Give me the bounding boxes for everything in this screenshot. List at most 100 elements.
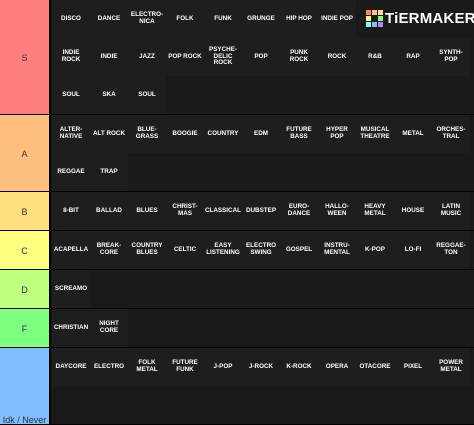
tier-label[interactable]: S (0, 0, 51, 115)
tier-item[interactable]: EURO- DANCE (280, 192, 318, 230)
tier-label[interactable]: A (0, 115, 51, 192)
tier-item[interactable]: R&B (356, 38, 394, 76)
logo-square (378, 10, 383, 15)
tier-item[interactable]: ELECTRO- NICA (128, 0, 166, 38)
tier-item[interactable]: COUNTRY BLUES (128, 231, 166, 269)
tier-item[interactable]: EDM (242, 115, 280, 153)
tier-item[interactable]: SKA (90, 76, 128, 114)
tier-item[interactable]: K-ROCK (280, 348, 318, 386)
logo-square (366, 16, 371, 21)
tier-item[interactable]: SYNTH- POP (432, 38, 470, 76)
tier-label[interactable]: D (0, 270, 51, 309)
tier-item[interactable]: FUNK (204, 0, 242, 38)
tier-item[interactable]: FOLK METAL (128, 348, 166, 386)
tier-item[interactable]: 8-BIT (52, 192, 90, 230)
tier-list-board: S DISCO DANCE ELECTRO- NICA FOLK FUNK GRUNGE HI… (0, 0, 474, 425)
logo-square (366, 10, 371, 15)
logo-square (378, 16, 383, 21)
tier-item[interactable]: FUTURE FUNK (166, 348, 204, 386)
tier-item[interactable]: OTACORE (356, 348, 394, 386)
tier-item[interactable]: SOUL (52, 76, 90, 114)
tier-item[interactable]: REGGAE (52, 153, 90, 191)
tier-item[interactable]: INDIE POP (318, 0, 356, 38)
tier-item[interactable]: PUNK ROCK (280, 38, 318, 76)
tier-item[interactable]: MUSICAL THEATRE (356, 115, 394, 153)
tier-item[interactable]: CHRISTIAN (52, 309, 90, 347)
tier-label[interactable]: C (0, 231, 51, 270)
tier-item[interactable]: HOUSE (394, 192, 432, 230)
tier-items-area[interactable]: SCREAMO (51, 270, 474, 309)
tier-item[interactable]: EASY LISTENING (204, 231, 242, 269)
tier-item[interactable]: INDIE (90, 38, 128, 76)
tier-item[interactable]: ALT ROCK (90, 115, 128, 153)
tier-item[interactable]: NIGHT CORE (90, 309, 128, 347)
tier-item[interactable]: DAYCORE (52, 348, 90, 386)
tier-item[interactable]: HIP HOP (280, 0, 318, 38)
tier-item[interactable]: ELECTRO SWING (242, 231, 280, 269)
tier-items-area[interactable]: ALTER- NATIVE ALT ROCK BLUE- GRASS BOOGIE CO… (51, 115, 474, 192)
tier-item[interactable]: METAL (394, 115, 432, 153)
logo-square (372, 16, 377, 21)
tier-item[interactable]: DUBSTEP (242, 192, 280, 230)
tier-item[interactable]: ALTER- NATIVE (52, 115, 90, 153)
tier-item[interactable]: J-ROCK (242, 348, 280, 386)
tier-row: C ACAPELLA BREAK- CORE COUNTRY BLUES CELTIC E… (0, 231, 474, 270)
tier-item[interactable]: GRUNGE (242, 0, 280, 38)
tier-item[interactable]: HALLO- WEEN (318, 192, 356, 230)
logo-text: TiERMAKER (385, 9, 474, 27)
tier-item[interactable]: ROCK (318, 38, 356, 76)
tier-item[interactable]: RAP (394, 38, 432, 76)
tier-item[interactable]: J-POP (204, 348, 242, 386)
tier-item[interactable]: LATIN MUSIC (432, 192, 470, 230)
tier-item[interactable]: REGGAE- TON (432, 231, 470, 269)
tier-item[interactable]: ORCHES- TRAL (432, 115, 470, 153)
tier-item[interactable]: BLUES (128, 192, 166, 230)
tier-item[interactable]: BREAK- CORE (90, 231, 128, 269)
tier-item[interactable]: SOUL (128, 76, 166, 114)
tier-items-area[interactable]: CHRISTIAN NIGHT CORE (51, 309, 474, 348)
tier-item[interactable]: FOLK (166, 0, 204, 38)
tier-label[interactable]: B (0, 192, 51, 231)
tier-item[interactable]: K-POP (356, 231, 394, 269)
tier-item[interactable]: JAZZ (128, 38, 166, 76)
tier-item[interactable]: HYPER POP (318, 115, 356, 153)
logo-square (372, 10, 377, 15)
tier-item[interactable]: FUTURE BASS (280, 115, 318, 153)
tier-item[interactable]: INSTRU- MENTAL (318, 231, 356, 269)
tier-item[interactable]: CHRIST- MAS (166, 192, 204, 230)
tier-item[interactable]: TRAP (90, 153, 128, 191)
tier-item[interactable]: LO-FI (394, 231, 432, 269)
tier-item[interactable]: DANCE (90, 0, 128, 38)
tier-item[interactable]: OPERA (318, 348, 356, 386)
tier-item[interactable]: PIXEL (394, 348, 432, 386)
tier-label[interactable]: F (0, 309, 51, 348)
tier-items-area[interactable]: ACAPELLA BREAK- CORE COUNTRY BLUES CELTIC EA… (51, 231, 474, 270)
logo-square (372, 22, 377, 27)
logo-square (366, 22, 371, 27)
tier-item[interactable]: POP (242, 38, 280, 76)
tier-item[interactable]: INDIE ROCK (52, 38, 90, 76)
tier-item[interactable]: BLUE- GRASS (128, 115, 166, 153)
tier-item[interactable]: PSYCHE- DELIC ROCK (204, 38, 242, 76)
tier-item[interactable]: BALLAD (90, 192, 128, 230)
tier-item[interactable]: GOSPEL (280, 231, 318, 269)
tier-label[interactable]: Idk / Never (0, 348, 51, 425)
tier-items-area[interactable]: 8-BIT BALLAD BLUES CHRIST- MAS CLASSICAL DUBS… (51, 192, 474, 231)
tier-item[interactable]: HEAVY METAL (356, 192, 394, 230)
logo-square (378, 22, 383, 27)
tier-items-area[interactable]: DAYCORE ELECTRO FOLK METAL FUTURE FUNK J-POP… (51, 348, 474, 425)
tier-item[interactable]: ACAPELLA (52, 231, 90, 269)
tier-item[interactable]: BOOGIE (166, 115, 204, 153)
tier-item[interactable]: DISCO (52, 0, 90, 38)
tier-item[interactable]: CLASSICAL (204, 192, 242, 230)
tier-item[interactable]: ELECTRO (90, 348, 128, 386)
tier-row: A ALTER- NATIVE ALT ROCK BLUE- GRASS BOOGIE C… (0, 115, 474, 192)
tier-row: D SCREAMO (0, 270, 474, 309)
tier-item[interactable]: CELTIC (166, 231, 204, 269)
logo-grid-icon (366, 10, 383, 27)
tier-item[interactable]: SCREAMO (52, 270, 90, 308)
tier-row: B 8-BIT BALLAD BLUES CHRIST- MAS CLASSICAL DUB… (0, 192, 474, 231)
tier-item[interactable]: POP ROCK (166, 38, 204, 76)
tier-item[interactable]: POWER METAL (432, 348, 470, 386)
tier-item[interactable]: COUNTRY (204, 115, 242, 153)
